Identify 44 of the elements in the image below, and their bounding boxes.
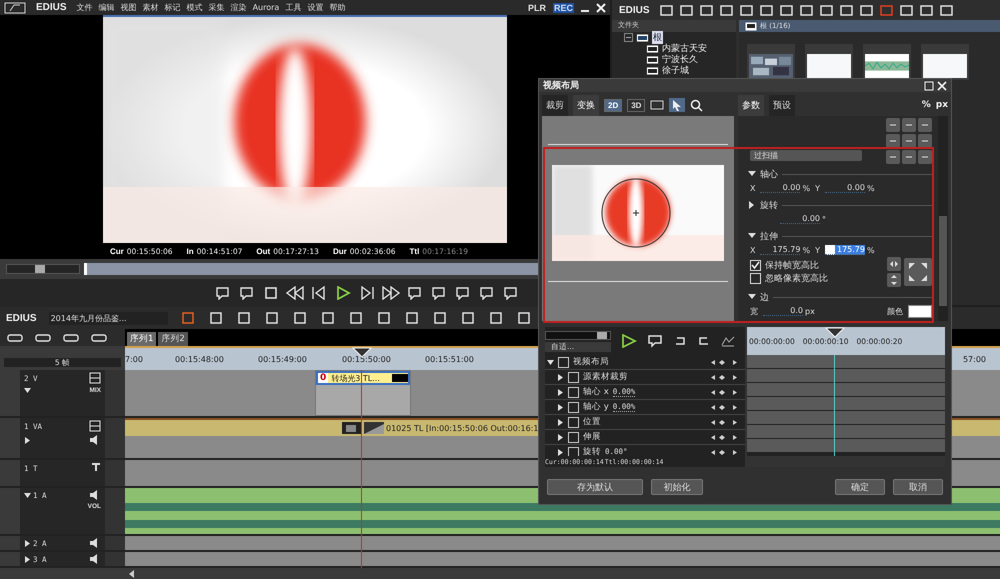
parameter-name: 伸展 [583, 431, 601, 443]
timecode-label: In [186, 246, 194, 256]
parameter-name: 轴心 y [583, 401, 609, 413]
clip-name: 转场光3 TL... [331, 372, 380, 384]
ruler-label: 7:00 [125, 354, 144, 364]
clip-name: 01025 TL [In:00:15:50:06 Out:00:16:1 [386, 424, 539, 432]
parameter-name: 源素材裁剪 [583, 371, 628, 383]
field-label: Y [815, 184, 820, 192]
unit-label: % [802, 246, 810, 254]
unit-label: % [866, 184, 875, 192]
unit-label: % [802, 184, 810, 192]
project-name: 2014年九月份品鉴... [48, 312, 168, 324]
app-name: EDIUS [619, 4, 650, 16]
ruler-label: 57:00 [962, 354, 986, 364]
section-title: 轴心 [760, 168, 778, 180]
parameter-name: 视频布局 [573, 356, 609, 368]
timecode-label: Cur [110, 246, 124, 256]
app-name: EDIUS [36, 2, 67, 13]
unit-label: px [805, 306, 815, 316]
section-title: 旋转 [760, 200, 778, 212]
field-label: Y [815, 246, 820, 254]
ruler-label: 00:15:49:00 [258, 354, 308, 364]
field-label: 颜色 [887, 306, 903, 316]
checkbox-label: 保持帧宽高比 [765, 260, 819, 272]
field-label: 宽 [750, 306, 758, 316]
parameter-name: 轴心 x [583, 386, 609, 398]
parameter-name: 旋转 [583, 446, 601, 456]
timecode-label: Ttl [410, 246, 420, 256]
clip-number: 0 [318, 373, 328, 383]
ruler-label: 00:15:50:00 [342, 354, 392, 364]
field-label: X [750, 246, 756, 254]
section-title: 拉伸 [760, 230, 778, 242]
field-label: X [750, 184, 756, 192]
ruler-label: 00:15:51:00 [425, 354, 475, 364]
checkbox-label: 忽略像素宽高比 [765, 272, 828, 285]
timecode-label: Dur [332, 246, 347, 256]
unit-label: % [866, 246, 875, 254]
section-title: 边 [760, 292, 769, 304]
parameter-name: 位置 [583, 416, 601, 428]
dialog-title: 视频布局 [543, 79, 579, 92]
app-name: EDIUS [6, 312, 37, 324]
unit-label: ° [822, 214, 826, 224]
ruler-label: 00:15:48:00 [175, 354, 225, 364]
timecode-label: Out [256, 246, 270, 256]
